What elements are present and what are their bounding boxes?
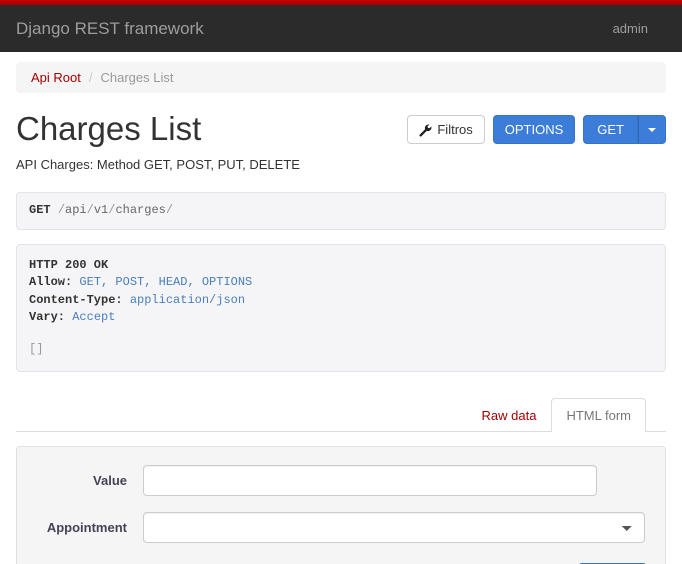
- page-header-row: Charges List Filtros OPTIONS GET: [16, 93, 666, 147]
- request-path-sep-2: /: [86, 203, 94, 218]
- navbar: Django REST framework admin: [0, 5, 682, 52]
- response-header-key: Allow:: [29, 275, 73, 290]
- response-status-line: HTTP 200 OK: [29, 257, 653, 274]
- page-title: Charges List: [16, 110, 202, 147]
- get-button[interactable]: GET: [583, 115, 638, 144]
- request-path-sep-4: /: [165, 203, 174, 218]
- response-header-value: application/json: [129, 292, 246, 307]
- form-tabs: Raw data HTML form: [16, 397, 666, 432]
- value-field-label: Value: [93, 472, 127, 488]
- form-row-appointment: Appointment: [35, 511, 647, 543]
- request-path-sep-1: /: [57, 203, 66, 218]
- response-body: []: [29, 342, 44, 357]
- options-button[interactable]: OPTIONS: [492, 115, 576, 144]
- tab-html-form[interactable]: HTML form: [551, 397, 646, 432]
- response-header-row: Content-Type: application/json: [29, 292, 653, 309]
- request-path-segment-3: charges: [115, 203, 166, 218]
- wrench-icon: [419, 124, 432, 137]
- breadcrumb-item-current: Charges List: [100, 70, 174, 85]
- appointment-field-label: Appointment: [46, 519, 127, 535]
- response-header-value: GET, POST, HEAD, OPTIONS: [79, 275, 253, 290]
- main-content: Charges List Filtros OPTIONS GET API Cha…: [0, 93, 682, 564]
- page-action-buttons: Filtros OPTIONS GET: [407, 115, 666, 144]
- appointment-select[interactable]: [143, 511, 645, 543]
- response-header-key: Content-Type:: [29, 292, 123, 307]
- request-method: GET: [29, 203, 51, 218]
- breadcrumb-separator: /: [88, 70, 93, 85]
- response-header-key: Vary:: [29, 310, 66, 325]
- response-spacer: [29, 326, 653, 341]
- navbar-brand[interactable]: Django REST framework: [16, 19, 204, 39]
- request-path-segment-2: v1: [93, 203, 109, 218]
- response-panel: HTTP 200 OK Allow: GET, POST, HEAD, OPTI…: [16, 243, 666, 372]
- value-input[interactable]: [143, 464, 597, 496]
- request-panel: GET /api/v1/charges/: [16, 192, 666, 230]
- request-path-segment-1: api: [65, 203, 87, 218]
- response-header-row: Allow: GET, POST, HEAD, OPTIONS: [29, 274, 653, 291]
- page-description: API Charges: Method GET, POST, PUT, DELE…: [16, 157, 300, 173]
- form-row-value: Value: [35, 464, 647, 496]
- response-status-text: HTTP 200 OK: [29, 257, 109, 272]
- filters-button[interactable]: Filtros: [407, 115, 485, 144]
- tab-raw-data[interactable]: Raw data: [467, 398, 552, 432]
- response-header-row: Vary: Accept: [29, 309, 653, 326]
- breadcrumb-container: Api Root / Charges List: [0, 52, 682, 93]
- html-form-panel: Value Appointment POST: [16, 445, 666, 564]
- breadcrumb: Api Root / Charges List: [16, 62, 666, 93]
- form-actions: POST: [35, 559, 647, 564]
- response-header-value: Accept: [72, 310, 116, 325]
- breadcrumb-item-api-root[interactable]: Api Root: [31, 70, 81, 85]
- get-split-button-group: GET: [583, 115, 666, 144]
- get-dropdown-toggle[interactable]: [638, 115, 666, 144]
- filters-button-label: Filtros: [437, 122, 473, 137]
- navbar-user-menu[interactable]: admin: [613, 21, 666, 36]
- chevron-down-icon: [648, 127, 656, 132]
